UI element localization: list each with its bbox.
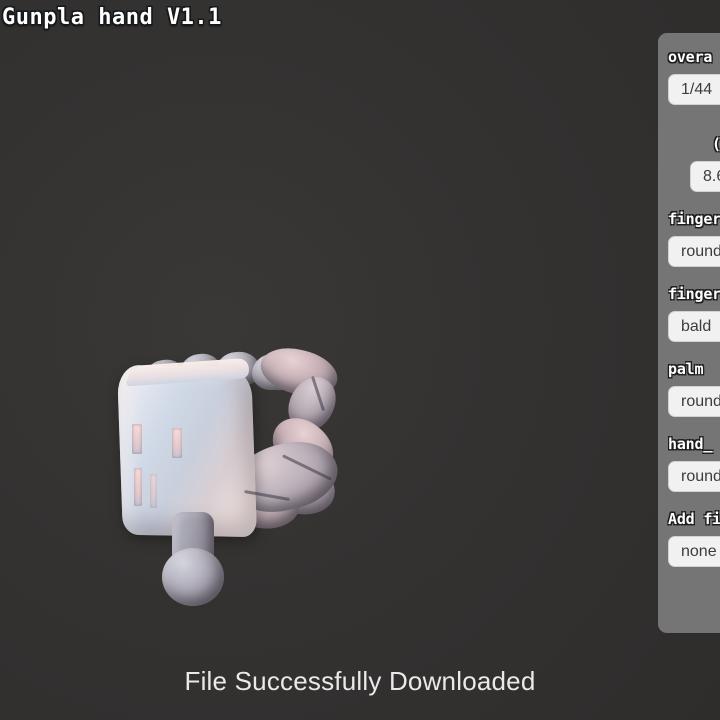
palm-vent-slot (172, 428, 182, 458)
panel-top-padding (658, 33, 720, 48)
field-group: hand_round (658, 435, 720, 492)
gunpla-hand-model[interactable] (104, 336, 360, 612)
field-group: finger round (658, 210, 720, 267)
field-input[interactable]: bald (668, 311, 720, 342)
palm-vent-slot (134, 468, 142, 506)
panel-field-list: overa 1/44 (h 8.68 finger round finger bald palm… (658, 48, 720, 567)
page-title: Gunpla hand V1.1 (2, 5, 222, 30)
field-spacer (658, 192, 720, 210)
field-label: (h (712, 135, 720, 153)
palm-vent-slot (132, 424, 142, 454)
field-input[interactable]: round (668, 461, 720, 492)
field-spacer (658, 105, 720, 135)
palm-vent-slot (150, 474, 157, 508)
field-label: finger (668, 210, 720, 228)
field-label: palm (668, 360, 704, 378)
field-input[interactable]: round (668, 386, 720, 417)
field-group: finger bald (658, 285, 720, 342)
status-message: File Successfully Downloaded (184, 666, 536, 696)
field-group: (h 8.68 (658, 135, 720, 192)
field-group: Add fi none (658, 510, 720, 567)
settings-panel[interactable]: overa 1/44 (h 8.68 finger round finger bald palm… (658, 33, 720, 633)
model-viewport[interactable] (0, 0, 720, 720)
field-input[interactable]: round (668, 236, 720, 267)
field-input[interactable]: 1/44 (668, 74, 720, 105)
wrist-ball-joint (162, 548, 224, 606)
field-spacer (658, 417, 720, 435)
field-label: finger (668, 285, 720, 303)
field-group: overa 1/44 (658, 48, 720, 105)
field-input[interactable]: 8.68 (690, 161, 720, 192)
field-spacer (658, 342, 720, 360)
field-label: hand_ (668, 435, 713, 453)
field-spacer (658, 267, 720, 285)
field-label: overa (668, 48, 713, 66)
field-spacer (658, 492, 720, 510)
field-group: palm round (658, 360, 720, 417)
field-label: Add fi (668, 510, 720, 528)
app-root: Gunpla hand V1.1 File Successfully Downl… (0, 0, 720, 720)
field-input[interactable]: none (668, 536, 720, 567)
